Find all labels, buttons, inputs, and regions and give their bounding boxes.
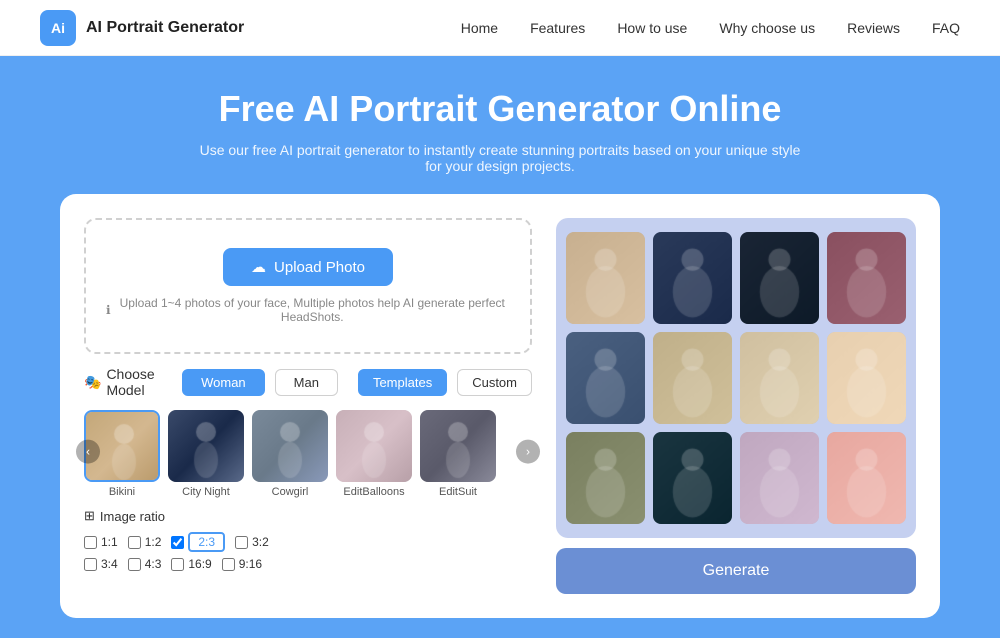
main-area: ☁ Upload Photo ℹ Upload 1~4 photos of yo… <box>0 194 1000 638</box>
right-panel: Generate <box>556 218 916 594</box>
ratio-1-1[interactable]: 1:1 <box>84 532 118 552</box>
main-nav: Home Features How to use Why choose us R… <box>461 20 960 36</box>
thumb-edit-suit[interactable]: EditSuit <box>420 410 496 498</box>
gallery-thumb-2 <box>740 232 819 324</box>
content-card: ☁ Upload Photo ℹ Upload 1~4 photos of yo… <box>60 194 940 618</box>
ratio-1-2[interactable]: 1:2 <box>128 532 162 552</box>
thumb-city-night-img <box>168 410 244 482</box>
gallery-thumb-10 <box>740 432 819 524</box>
hero-section: Free AI Portrait Generator Online Use ou… <box>0 56 1000 194</box>
header: Ai AI Portrait Generator Home Features H… <box>0 0 1000 56</box>
upload-button-label: Upload Photo <box>274 259 365 276</box>
model-woman-button[interactable]: Woman <box>182 369 265 396</box>
thumb-cowgirl-img <box>252 410 328 482</box>
custom-button[interactable]: Custom <box>457 369 532 396</box>
gallery-thumb-11 <box>827 432 906 524</box>
thumb-edit-balloons-label: EditBalloons <box>343 486 404 498</box>
nav-why-choose-us[interactable]: Why choose us <box>719 20 815 36</box>
gallery-thumb-4 <box>566 332 645 424</box>
thumb-city-night-label: City Night <box>182 486 230 498</box>
thumb-next-button[interactable]: › <box>516 440 540 464</box>
upload-area: ☁ Upload Photo ℹ Upload 1~4 photos of yo… <box>84 218 532 354</box>
upload-hint: ℹ Upload 1~4 photos of your face, Multip… <box>106 296 510 324</box>
upload-button[interactable]: ☁ Upload Photo <box>223 248 393 286</box>
thumb-bikini-label: Bikini <box>109 486 135 498</box>
nav-reviews[interactable]: Reviews <box>847 20 900 36</box>
model-man-button[interactable]: Man <box>275 369 338 396</box>
cloud-icon: ☁ <box>251 258 266 276</box>
hero-title: Free AI Portrait Generator Online <box>20 88 980 130</box>
upload-hint-text: Upload 1~4 photos of your face, Multiple… <box>115 296 510 324</box>
thumbnail-container: ‹ Bikini City Night <box>84 410 532 498</box>
thumb-cowgirl[interactable]: Cowgirl <box>252 410 328 498</box>
info-icon: ℹ <box>106 303 111 317</box>
thumb-edit-suit-img <box>420 410 496 482</box>
logo-text: AI Portrait Generator <box>86 19 244 37</box>
nav-how-to-use[interactable]: How to use <box>617 20 687 36</box>
gallery-thumb-1 <box>653 232 732 324</box>
ratio-label: ⊞ Image ratio <box>84 508 532 524</box>
left-panel: ☁ Upload Photo ℹ Upload 1~4 photos of yo… <box>84 218 532 594</box>
model-label: 🎭 Choose Model <box>84 366 172 398</box>
ratio-16-9[interactable]: 16:9 <box>171 557 211 571</box>
thumb-edit-suit-label: EditSuit <box>439 486 477 498</box>
thumb-prev-button[interactable]: ‹ <box>76 440 100 464</box>
model-icon: 🎭 <box>84 374 101 391</box>
gallery-thumb-5 <box>653 332 732 424</box>
thumb-cowgirl-label: Cowgirl <box>272 486 309 498</box>
logo-icon: Ai <box>40 10 76 46</box>
logo-area: Ai AI Portrait Generator <box>40 10 244 46</box>
thumb-city-night[interactable]: City Night <box>168 410 244 498</box>
ratio-icon: ⊞ <box>84 508 95 524</box>
nav-home[interactable]: Home <box>461 20 498 36</box>
ratio-row-1: 1:1 1:2 2:3 3:2 <box>84 532 532 552</box>
ratio-9-16[interactable]: 9:16 <box>222 557 262 571</box>
ratio-grid: 1:1 1:2 2:3 3:2 <box>84 532 532 571</box>
ratio-3-4[interactable]: 3:4 <box>84 557 118 571</box>
thumb-row: Bikini City Night Cowgirl <box>84 410 532 498</box>
gallery-thumb-6 <box>740 332 819 424</box>
nav-features[interactable]: Features <box>530 20 585 36</box>
thumb-edit-balloons-img <box>336 410 412 482</box>
gallery-thumb-9 <box>653 432 732 524</box>
gallery-thumb-3 <box>827 232 906 324</box>
gallery-area <box>556 218 916 538</box>
nav-faq[interactable]: FAQ <box>932 20 960 36</box>
hero-subtitle: Use our free AI portrait generator to in… <box>190 142 810 174</box>
ratio-3-2[interactable]: 3:2 <box>235 532 269 552</box>
generate-button[interactable]: Generate <box>556 548 916 594</box>
gallery-thumb-8 <box>566 432 645 524</box>
gallery-thumb-7 <box>827 332 906 424</box>
model-row: 🎭 Choose Model Woman Man Templates Custo… <box>84 366 532 398</box>
ratio-2-3[interactable]: 2:3 <box>171 532 225 552</box>
ratio-row-2: 3:4 4:3 16:9 9:16 <box>84 557 532 571</box>
thumb-edit-balloons[interactable]: EditBalloons <box>336 410 412 498</box>
templates-button[interactable]: Templates <box>358 369 447 396</box>
ratio-4-3[interactable]: 4:3 <box>128 557 162 571</box>
gallery-thumb-0 <box>566 232 645 324</box>
